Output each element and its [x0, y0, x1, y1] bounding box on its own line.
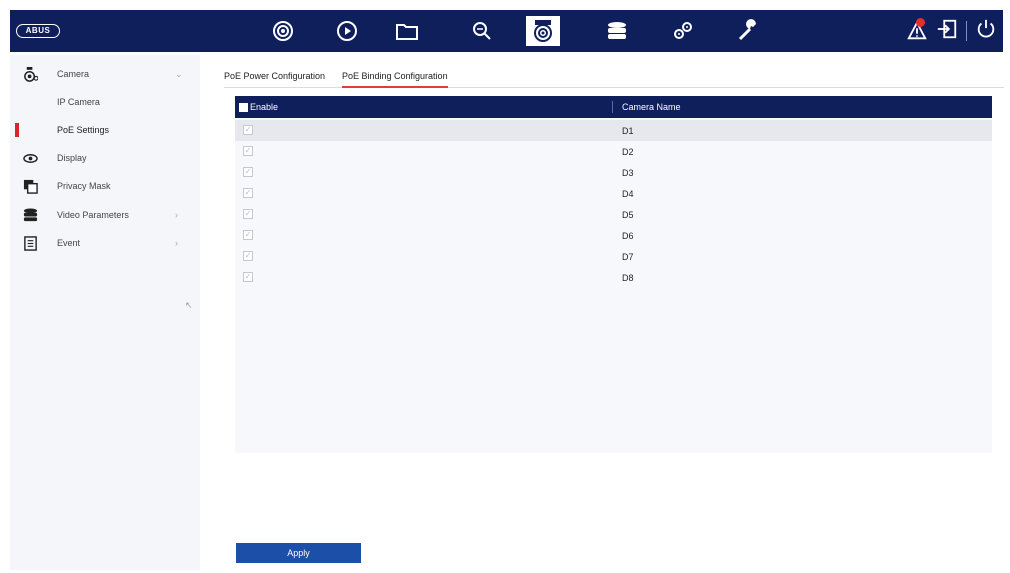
sidebar-item-ip-camera[interactable]: IP Camera [10, 90, 200, 114]
sidebar-item-privacy-mask[interactable]: Privacy Mask [10, 174, 200, 198]
chevron-right-icon: › [175, 238, 178, 248]
camera-name-cell: D2 [622, 147, 634, 157]
privacy-mask-icon [23, 179, 38, 194]
enable-checkbox[interactable]: ✓ [243, 167, 253, 177]
power-button[interactable] [975, 18, 997, 45]
video-params-icon [23, 207, 37, 221]
nav-smart-search[interactable] [465, 16, 499, 46]
power-icon [977, 19, 995, 37]
file-manager-icon [396, 24, 418, 40]
system-settings-icon [674, 22, 692, 39]
enable-checkbox[interactable]: ✓ [243, 251, 253, 261]
table-row[interactable]: ✓ D5 [235, 204, 992, 225]
column-header-enable: Enable [250, 102, 279, 112]
event-icon [23, 235, 37, 251]
table-row[interactable]: ✓ D1 [235, 120, 992, 141]
toolbar-divider [966, 21, 967, 41]
sidebar-item-poe-settings[interactable]: PoE Settings [10, 118, 200, 142]
table-header: Enable Camera Name [235, 96, 992, 118]
poe-binding-table: Enable Camera Name ✓ D1 ✓ D2 ✓ D3 ✓ D4 ✓… [235, 96, 992, 453]
nav-camera[interactable] [526, 16, 560, 46]
camera-icon [534, 20, 552, 42]
sidebar-item-display[interactable]: Display [10, 146, 200, 170]
nav-maintenance[interactable] [732, 16, 766, 46]
camera-name-cell: D5 [622, 210, 634, 220]
brand-logo: ABUS [16, 24, 60, 38]
maintenance-icon [738, 19, 756, 41]
table-row[interactable]: ✓ D3 [235, 162, 992, 183]
table-row[interactable]: ✓ D4 [235, 183, 992, 204]
active-indicator [15, 123, 19, 137]
camera-name-cell: D3 [622, 168, 634, 178]
smart-search-icon [473, 22, 491, 40]
mouse-cursor-icon: ↖ [185, 300, 193, 310]
nav-playback[interactable] [330, 16, 364, 46]
alarm-button[interactable] [906, 18, 928, 42]
storage-icon [608, 22, 626, 39]
sidebar-item-video-parameters[interactable]: Video Parameters › [10, 203, 200, 227]
table-row[interactable]: ✓ D6 [235, 225, 992, 246]
camera-name-cell: D8 [622, 273, 634, 283]
sidebar-item-label: Video Parameters [57, 210, 129, 220]
top-right-controls [906, 18, 997, 45]
table-row[interactable]: ✓ D7 [235, 246, 992, 267]
logout-icon [937, 19, 957, 38]
sidebar-item-label: Display [57, 153, 87, 163]
sidebar-item-label: Privacy Mask [57, 181, 111, 191]
camera-name-cell: D4 [622, 189, 634, 199]
logout-button[interactable] [936, 18, 958, 45]
sidebar-item-camera[interactable]: Camera ⌄ [10, 62, 200, 86]
enable-checkbox[interactable]: ✓ [243, 125, 253, 135]
playback-icon [337, 21, 357, 41]
select-all-checkbox[interactable] [239, 102, 248, 112]
top-navigation-bar: ABUS [10, 10, 1003, 52]
sidebar-item-label: Camera [57, 69, 90, 79]
enable-checkbox[interactable]: ✓ [243, 272, 253, 282]
camera-name-cell: D7 [622, 252, 634, 262]
column-divider [612, 101, 613, 113]
tab-bar: PoE Power Configuration PoE Binding Conf… [224, 66, 1004, 88]
table-row[interactable]: ✓ D2 [235, 141, 992, 162]
live-view-icon [273, 21, 293, 41]
enable-checkbox[interactable]: ✓ [243, 209, 253, 219]
enable-checkbox[interactable]: ✓ [243, 146, 253, 156]
tab-poe-power-configuration[interactable]: PoE Power Configuration [224, 71, 325, 81]
enable-checkbox[interactable]: ✓ [243, 188, 253, 198]
sidebar-item-event[interactable]: Event › [10, 231, 200, 255]
sidebar: Camera ⌄ IP Camera PoE Settings Display … [10, 55, 200, 570]
nav-live-view[interactable] [266, 16, 300, 46]
alarm-badge [916, 18, 925, 27]
tab-poe-binding-configuration[interactable]: PoE Binding Configuration [342, 71, 448, 88]
chevron-down-icon: ⌄ [175, 68, 183, 79]
chevron-right-icon: › [175, 210, 178, 220]
camera-icon [23, 66, 38, 82]
enable-checkbox[interactable]: ✓ [243, 230, 253, 240]
sidebar-item-label: Event [57, 238, 81, 248]
nav-system-settings[interactable] [666, 16, 700, 46]
camera-name-cell: D6 [622, 231, 634, 241]
table-row[interactable]: ✓ D8 [235, 267, 992, 288]
nav-storage[interactable] [600, 16, 634, 46]
column-header-camera-name: Camera Name [622, 102, 681, 112]
sidebar-item-label: IP Camera [57, 97, 100, 107]
apply-button[interactable]: Apply [236, 543, 361, 563]
display-eye-icon [22, 153, 38, 163]
sidebar-item-label: PoE Settings [57, 125, 110, 135]
nav-file-manager[interactable] [390, 16, 424, 46]
camera-name-cell: D1 [622, 126, 634, 136]
